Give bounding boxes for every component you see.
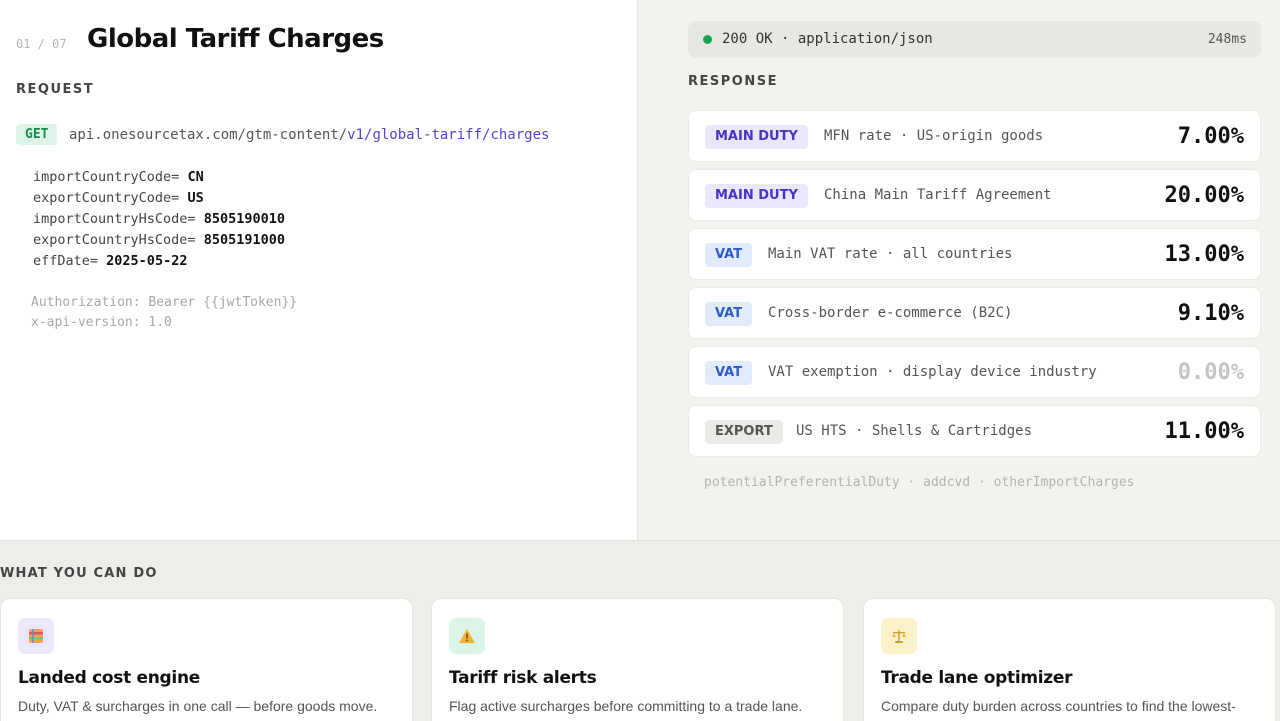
url-path: v1/global-tariff/charges <box>347 127 550 143</box>
param-key: effDate= <box>33 253 99 269</box>
param-key: exportCountryHsCode= <box>33 232 196 248</box>
param-key: importCountryHsCode= <box>33 211 196 227</box>
charge-description: MFN rate · US-origin goods <box>824 128 1044 144</box>
charge-description: VAT exemption · display device industry <box>768 364 1097 380</box>
header-line: Authorization: Bearer {{jwtToken}} <box>31 295 298 310</box>
feature-description: Compare duty burden across countries to … <box>881 698 1236 714</box>
charge-rate: 13.00% <box>1164 242 1244 267</box>
scale-icon <box>881 618 917 654</box>
param-value: 8505190010 <box>203 211 285 227</box>
response-label: RESPONSE <box>688 74 778 89</box>
request-headers: Authorization: Bearer {{jwtToken}} x-api… <box>31 293 297 333</box>
request-label: REQUEST <box>16 82 95 97</box>
ledger-icon <box>18 618 54 654</box>
charge-row[interactable]: MAIN DUTY MFN rate · US-origin goods 7.0… <box>688 110 1261 162</box>
charge-rate: 0.00% <box>1177 360 1244 385</box>
status-bar: 200 OK · application/json 248ms <box>688 21 1261 58</box>
charge-list: MAIN DUTY MFN rate · US-origin goods 7.0… <box>688 110 1261 464</box>
charge-row[interactable]: VAT Cross-border e-commerce (B2C) 9.10% <box>688 287 1261 339</box>
param-key: exportCountryCode= <box>33 190 180 206</box>
feature-title: Tariff risk alerts <box>449 668 597 688</box>
feature-card-risk-alerts[interactable]: Tariff risk alerts Flag active surcharge… <box>431 598 844 721</box>
warning-icon <box>449 618 485 654</box>
charge-description: US HTS · Shells & Cartridges <box>796 423 1033 439</box>
header-line: x-api-version: 1.0 <box>31 315 172 330</box>
param-row: effDate= 2025-05-22 <box>33 251 285 272</box>
request-panel: 01 / 07 Global Tariff Charges REQUEST GE… <box>0 0 637 540</box>
charge-description: Cross-border e-commerce (B2C) <box>768 305 1013 321</box>
charge-rate: 7.00% <box>1177 124 1244 149</box>
charge-rate: 9.10% <box>1177 301 1244 326</box>
param-row: exportCountryCode= US <box>33 188 285 209</box>
additional-fields: potentialPreferentialDuty · addcvd · oth… <box>704 475 1135 490</box>
charge-description: Main VAT rate · all countries <box>768 246 1013 262</box>
feature-card-landed-cost[interactable]: Landed cost engine Duty, VAT & surcharge… <box>0 598 413 721</box>
charge-type-badge: VAT <box>705 302 753 326</box>
charge-description: China Main Tariff Agreement <box>824 187 1052 203</box>
param-value: CN <box>187 169 204 185</box>
charge-type-badge: VAT <box>705 361 753 385</box>
slide-counter: 01 / 07 <box>16 37 67 51</box>
feature-description: Flag active surcharges before committing… <box>449 698 803 714</box>
features-label: WHAT YOU CAN DO <box>0 566 158 581</box>
feature-description: Duty, VAT & surcharges in one call — bef… <box>18 698 378 714</box>
feature-card-lane-optimizer[interactable]: Trade lane optimizer Compare duty burden… <box>863 598 1276 721</box>
charge-row[interactable]: VAT Main VAT rate · all countries 13.00% <box>688 228 1261 280</box>
charge-type-badge: VAT <box>705 243 753 267</box>
charge-type-badge: MAIN DUTY <box>705 125 808 149</box>
charge-type-badge: MAIN DUTY <box>705 184 808 208</box>
query-params: importCountryCode= CN exportCountryCode=… <box>33 167 285 272</box>
param-value: 2025-05-22 <box>106 253 188 269</box>
charge-row[interactable]: VAT VAT exemption · display device indus… <box>688 346 1261 398</box>
http-method-badge: GET <box>16 124 58 145</box>
request-url[interactable]: api.onesourcetax.com/gtm-content/v1/glob… <box>69 127 549 143</box>
status-text: 200 OK · application/json <box>722 31 933 47</box>
status-dot-icon <box>703 35 712 44</box>
charge-rate: 11.00% <box>1164 419 1244 444</box>
charge-type-badge: EXPORT <box>705 420 783 444</box>
page-title: Global Tariff Charges <box>87 24 384 54</box>
response-panel: 200 OK · application/json 248ms RESPONSE… <box>637 0 1280 540</box>
url-base: api.onesourcetax.com/gtm-content/ <box>69 127 348 143</box>
param-row: importCountryHsCode= 8505190010 <box>33 209 285 230</box>
param-key: importCountryCode= <box>33 169 180 185</box>
param-value: US <box>187 190 204 206</box>
charge-row[interactable]: EXPORT US HTS · Shells & Cartridges 11.0… <box>688 405 1261 457</box>
param-row: exportCountryHsCode= 8505191000 <box>33 230 285 251</box>
param-value: 8505191000 <box>203 232 285 248</box>
charge-row[interactable]: MAIN DUTY China Main Tariff Agreement 20… <box>688 169 1261 221</box>
feature-title: Trade lane optimizer <box>881 668 1073 688</box>
feature-title: Landed cost engine <box>18 668 200 688</box>
features-section: WHAT YOU CAN DO Landed cost engine Duty,… <box>0 540 1280 721</box>
param-row: importCountryCode= CN <box>33 167 285 188</box>
charge-rate: 20.00% <box>1164 183 1244 208</box>
response-time: 248ms <box>1207 32 1247 47</box>
